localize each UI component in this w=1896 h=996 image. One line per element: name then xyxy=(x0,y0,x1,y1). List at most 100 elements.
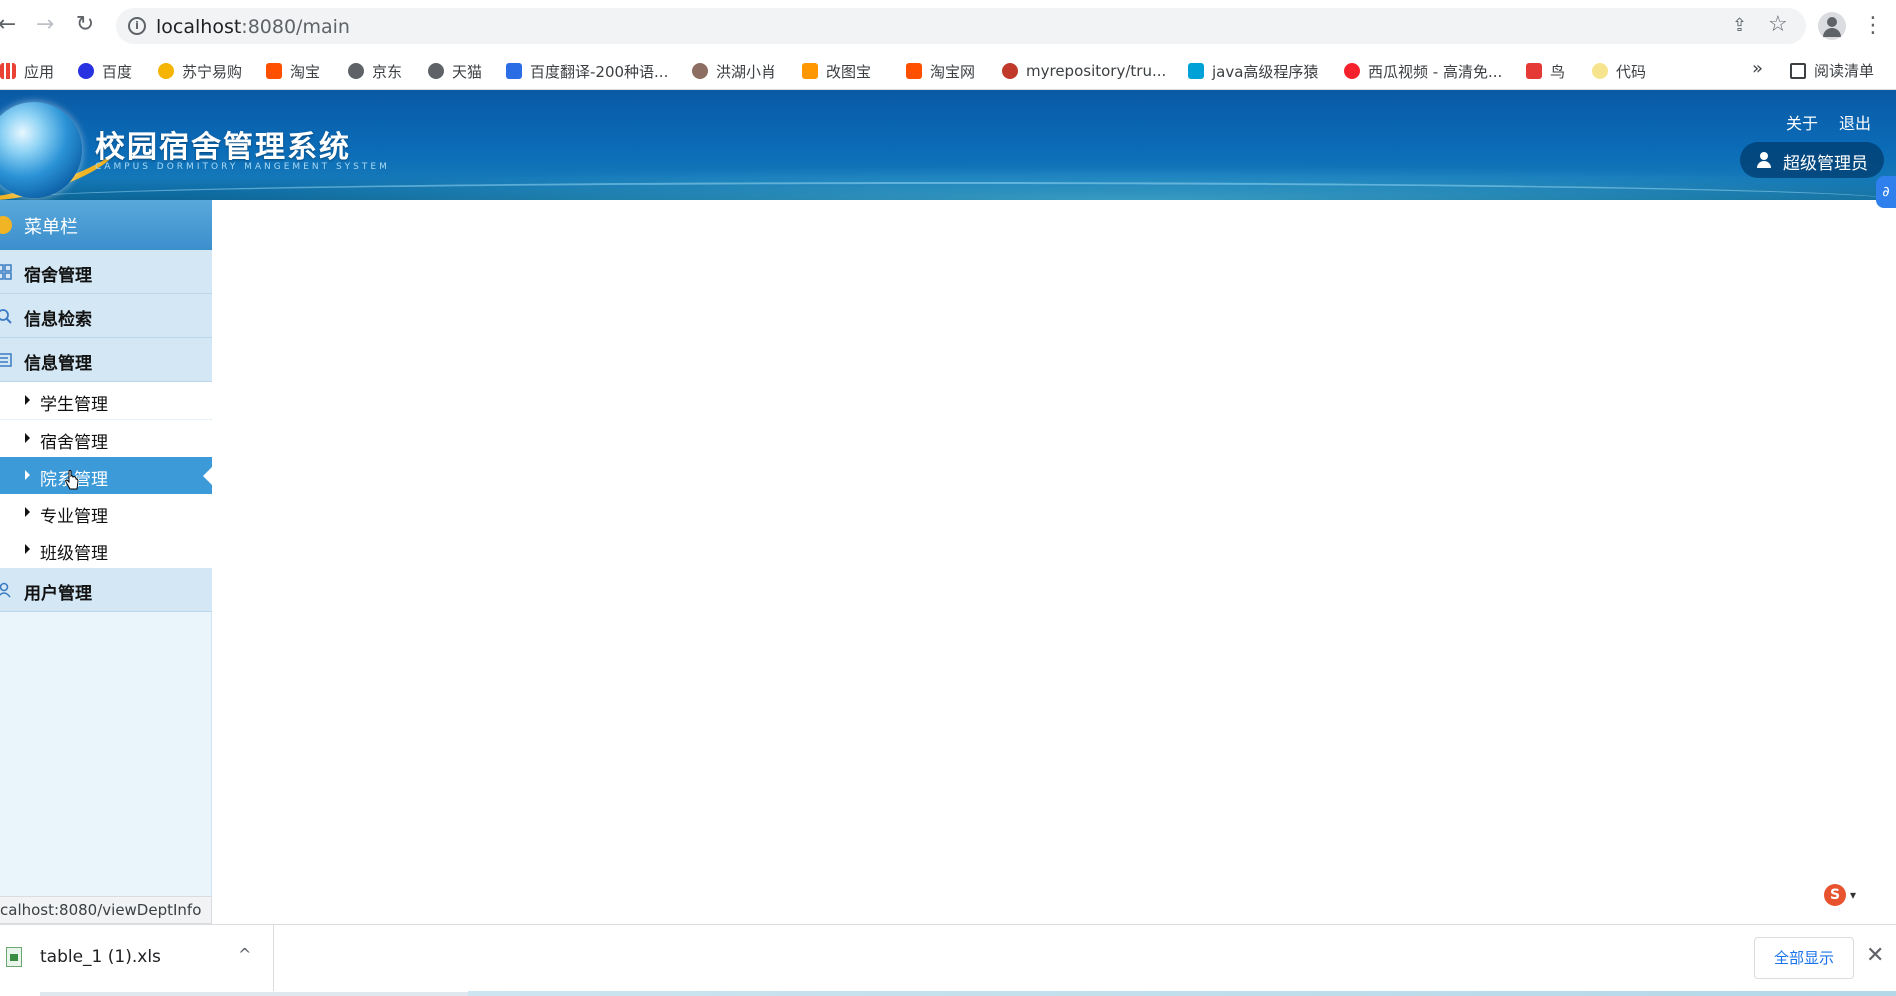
bookmark-baidu-translate[interactable]: 百度翻译-200种语... xyxy=(506,60,668,82)
sidebar: 菜单栏 宿舍管理 信息检索 信息管理 学生管理 宿舍管理 院系管理 专业管理 班… xyxy=(0,200,212,924)
globe-icon xyxy=(348,63,364,79)
caret-right-icon xyxy=(25,507,30,517)
sidebar-section-info[interactable]: 信息管理 xyxy=(0,338,212,382)
globe-icon xyxy=(428,63,444,79)
bookmark-label: 淘宝网 xyxy=(930,62,976,81)
download-item[interactable]: table_1 (1).xls ^ xyxy=(0,925,274,991)
bottom-accent-strip xyxy=(468,991,1896,996)
app-title: 校园宿舍管理系统 xyxy=(95,130,351,165)
bookmark-bird[interactable]: 鸟 xyxy=(1526,60,1565,82)
translate-icon xyxy=(506,63,522,79)
bookmark-baidu[interactable]: 百度 xyxy=(78,60,132,82)
download-progress-track xyxy=(40,992,468,996)
bookmark-tmall[interactable]: 天猫 xyxy=(428,60,482,82)
chrome-circle-icon xyxy=(1002,63,1018,79)
bookmark-myrepository[interactable]: myrepository/tru... xyxy=(1002,60,1166,82)
baidu-paw-icon xyxy=(78,63,94,79)
bookmark-label: myrepository/tru... xyxy=(1026,62,1167,80)
bookmark-label: 洪湖小肖 xyxy=(716,62,777,81)
apps-grid-icon xyxy=(0,63,16,79)
bookmark-label: 百度翻译-200种语... xyxy=(530,62,669,81)
address-url[interactable]: localhost:8080/main xyxy=(156,16,350,38)
status-url: calhost:8080/viewDeptInfo xyxy=(0,896,213,924)
sidebar-section-label: 宿舍管理 xyxy=(24,266,92,286)
chevron-up-icon[interactable]: ^ xyxy=(238,945,251,964)
sidebar-section-search[interactable]: 信息检索 xyxy=(0,294,212,338)
about-link[interactable]: 关于 xyxy=(1786,110,1818,134)
logout-link[interactable]: 退出 xyxy=(1839,110,1871,134)
bookmark-honghu[interactable]: 洪湖小肖 xyxy=(692,60,776,82)
sidebar-item-class[interactable]: 班级管理 xyxy=(0,531,212,568)
sidebar-section-label: 信息检索 xyxy=(24,310,92,330)
bookmark-xigua[interactable]: 西瓜视频 - 高清免... xyxy=(1344,60,1502,82)
bookmark-label: 天猫 xyxy=(452,62,483,81)
sidebar-section-dorm[interactable]: 宿舍管理 xyxy=(0,250,212,294)
sidebar-item-dorm[interactable]: 宿舍管理 xyxy=(0,420,212,457)
reading-list-button[interactable]: 阅读清单 xyxy=(1790,60,1874,81)
bookmark-taobao-net[interactable]: 淘宝网 xyxy=(906,60,975,82)
excel-file-icon xyxy=(6,947,22,967)
sidebar-item-student[interactable]: 学生管理 xyxy=(0,382,212,419)
bird-icon xyxy=(1526,63,1542,79)
share-icon[interactable]: ⇪ xyxy=(1732,15,1754,37)
bookmark-label: 淘宝 xyxy=(290,62,321,81)
ime-widget[interactable]: S ▾ xyxy=(1812,882,1864,910)
bookmark-label: java高级程序猿 xyxy=(1212,62,1319,81)
site-info-icon[interactable]: i xyxy=(128,17,146,35)
download-filename: table_1 (1).xls xyxy=(40,947,161,967)
browser-menu-icon[interactable]: ⋮ xyxy=(1862,12,1884,40)
bookmark-suning[interactable]: 苏宁易购 xyxy=(158,60,242,82)
menu-icon xyxy=(0,216,12,234)
bookmark-label: 百度 xyxy=(102,62,133,81)
app-subtitle: CAMPUS DORMITORY MANGEMENT SYSTEM xyxy=(95,162,390,172)
sidebar-item-department[interactable]: 院系管理 xyxy=(0,457,212,494)
dorm-grid-icon xyxy=(0,264,12,280)
show-all-downloads-button[interactable]: 全部显示 xyxy=(1754,937,1854,979)
caret-right-icon xyxy=(25,470,30,480)
taobao-icon xyxy=(266,63,282,79)
bookmark-gaitubao[interactable]: 改图宝 xyxy=(802,60,871,82)
sidebar-section-label: 用户管理 xyxy=(24,584,92,604)
url-path: :8080/main xyxy=(241,16,350,38)
download-shelf: table_1 (1).xls ^ 全部显示 ✕ xyxy=(0,924,1896,996)
hand-cursor-icon xyxy=(65,470,79,490)
menu-header: 菜单栏 xyxy=(0,200,212,250)
bookmark-bilibili[interactable]: java高级程序猿 xyxy=(1188,60,1318,82)
plugin-icon[interactable]: ∂ xyxy=(1876,176,1896,208)
bookmark-apps[interactable]: 应用 xyxy=(0,60,54,82)
user-name: 超级管理员 xyxy=(1783,154,1868,174)
menu-header-label: 菜单栏 xyxy=(24,217,78,238)
sidebar-item-label: 宿舍管理 xyxy=(40,433,108,453)
user-badge[interactable]: 超级管理员 xyxy=(1740,142,1884,178)
bookmark-label: 西瓜视频 - 高清免... xyxy=(1368,62,1503,81)
search-icon xyxy=(0,309,12,324)
sidebar-section-label: 信息管理 xyxy=(24,354,92,374)
caret-right-icon xyxy=(25,395,30,405)
bookmark-jd[interactable]: 京东 xyxy=(348,60,402,82)
sogou-icon: S xyxy=(1824,884,1846,906)
widget-dropdown-icon[interactable]: ▾ xyxy=(1850,888,1856,902)
url-host: localhost xyxy=(156,16,242,38)
caret-right-icon xyxy=(25,544,30,554)
profile-avatar-icon[interactable] xyxy=(1818,12,1846,40)
suning-lion-icon xyxy=(158,63,174,79)
bookmarks-overflow-button[interactable]: » xyxy=(1752,58,1763,79)
bookmark-code[interactable]: 代码 xyxy=(1592,60,1646,82)
forward-button[interactable]: → xyxy=(32,12,58,38)
caret-right-icon xyxy=(25,433,30,443)
reload-button[interactable]: ↻ xyxy=(72,12,98,38)
close-icon[interactable]: ✕ xyxy=(1866,943,1884,968)
bookmark-label: 苏宁易购 xyxy=(182,62,243,81)
back-button[interactable]: ← xyxy=(0,12,20,38)
address-bar[interactable]: i localhost:8080/main ⇪ ☆ xyxy=(116,8,1806,44)
bookmarks-bar: 应用 百度 苏宁易购 淘宝 京东 天猫 百度翻译-200种语... 洪湖小肖 改… xyxy=(0,52,1896,90)
sidebar-item-label: 专业管理 xyxy=(40,507,108,527)
sidebar-item-major[interactable]: 专业管理 xyxy=(0,494,212,531)
play-video-icon xyxy=(1344,63,1360,79)
bookmark-label: 代码 xyxy=(1616,62,1647,81)
bookmark-star-icon[interactable]: ☆ xyxy=(1768,12,1792,38)
user-icon xyxy=(0,582,11,598)
reading-list-label: 阅读清单 xyxy=(1814,62,1875,80)
bookmark-taobao[interactable]: 淘宝 xyxy=(266,60,320,82)
sidebar-section-users[interactable]: 用户管理 xyxy=(0,568,212,612)
